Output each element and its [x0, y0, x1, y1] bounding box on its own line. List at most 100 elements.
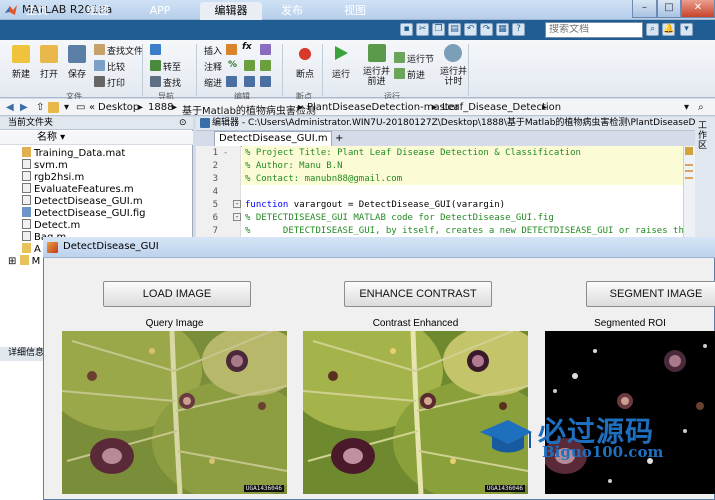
goto-button[interactable]: 转至 — [163, 60, 181, 73]
editor-file-tab[interactable]: DetectDisease_GUI.m × — [214, 131, 332, 158]
tab-apps[interactable]: APP — [134, 2, 186, 20]
back-icon[interactable]: ◀ — [6, 102, 14, 113]
breadcrumb-overflow[interactable]: « — [89, 102, 95, 113]
image-stamp: UGA1436046 — [243, 485, 284, 492]
compare-icon[interactable] — [94, 60, 105, 71]
new-icon[interactable] — [12, 45, 30, 63]
save-icon[interactable] — [68, 45, 86, 63]
fx-icon[interactable]: fx — [242, 42, 252, 52]
up-folder-icon[interactable]: ⇧ — [36, 102, 44, 113]
editor-scrollbar[interactable] — [683, 146, 695, 242]
undo-icon[interactable]: ↶ — [464, 23, 477, 36]
maximize-button[interactable]: □ — [657, 0, 681, 18]
compare-button[interactable]: 比较 — [107, 60, 125, 73]
find-icon[interactable] — [150, 76, 161, 87]
workspace-tab[interactable]: 工作区 — [698, 121, 712, 151]
code-analyzer-icon[interactable] — [685, 147, 693, 155]
new-button[interactable]: 新建 — [12, 67, 30, 80]
file-item[interactable]: rgb2hsi.m — [22, 171, 84, 183]
search-documentation-field[interactable] — [545, 22, 643, 38]
save-button[interactable]: 保存 — [68, 67, 86, 80]
tab-publish[interactable]: 发布 — [268, 2, 316, 20]
print-button[interactable]: 打印 — [107, 76, 125, 89]
file-item[interactable]: EvaluateFeatures.m — [22, 183, 134, 195]
file-item[interactable]: DetectDisease_GUI.m — [22, 195, 143, 207]
add-tab-icon[interactable]: + — [335, 133, 343, 144]
breadcrumb-desktop[interactable]: Desktop — [98, 102, 139, 113]
run-section-icon[interactable] — [394, 52, 405, 63]
insert-button[interactable]: 插入 — [204, 44, 222, 57]
tab-plots[interactable]: 绘图 — [74, 2, 122, 20]
comment-button[interactable]: 注释 — [204, 60, 222, 73]
run-icon[interactable] — [332, 44, 350, 62]
segment-image-button[interactable]: SEGMENT IMAGE — [586, 281, 715, 307]
enhance-contrast-button[interactable]: ENHANCE CONTRAST — [344, 281, 492, 307]
fold-icon[interactable]: - — [233, 213, 241, 222]
find-files-button[interactable]: 查找文件 — [107, 44, 143, 57]
breadcrumb-1888[interactable]: 1888 — [148, 102, 173, 113]
comment-percent-icon[interactable]: % — [228, 60, 237, 70]
search-input[interactable] — [549, 24, 629, 35]
run-and-time-button[interactable]: 运行并 计时 — [440, 67, 467, 87]
run-advance-icon[interactable] — [368, 44, 386, 62]
folder-item[interactable]: ⊞ M — [8, 255, 40, 267]
load-image-button[interactable]: LOAD IMAGE — [103, 281, 251, 307]
indent-button[interactable]: 缩进 — [204, 76, 222, 89]
path-history-icon[interactable]: ▾ — [684, 102, 689, 113]
switch-windows-icon[interactable]: ▦ — [496, 23, 509, 36]
minimize-button[interactable]: – — [632, 0, 657, 18]
close-button[interactable]: ✕ — [681, 0, 715, 18]
wrap-comment-icon[interactable] — [244, 60, 255, 71]
tab-home[interactable]: 主页 — [14, 2, 60, 20]
run-button[interactable]: 运行 — [332, 67, 350, 80]
breakpoints-button[interactable]: 断点 — [296, 67, 314, 80]
browse-icon[interactable]: ⌕ — [698, 102, 704, 113]
search-icon[interactable]: ⌕ — [646, 23, 659, 36]
folder-item[interactable]: A — [22, 243, 41, 255]
run-and-advance-button[interactable]: 运行并 前进 — [363, 67, 390, 87]
file-name: EvaluateFeatures.m — [34, 184, 134, 195]
keyword-function: function — [245, 200, 289, 210]
print-icon[interactable] — [94, 76, 105, 87]
tab-view[interactable]: 视图 — [332, 2, 378, 20]
redo-icon[interactable]: ↷ — [480, 23, 493, 36]
find-button[interactable]: 查找 — [163, 76, 181, 89]
insert-icon[interactable] — [260, 44, 271, 55]
advance-button[interactable]: 前进 — [407, 68, 425, 81]
goto-arrow-icon[interactable] — [150, 44, 161, 55]
help-icon[interactable]: ? — [512, 23, 525, 36]
open-button[interactable]: 打开 — [40, 67, 58, 80]
breakpoint-icon[interactable] — [296, 45, 314, 63]
file-item[interactable]: Training_Data.mat — [22, 147, 125, 159]
path-dropdown-icon[interactable]: ▾ — [64, 102, 69, 113]
name-column-header[interactable]: 名称 ▾ — [0, 131, 193, 145]
notification-icon[interactable]: 🔔 — [662, 23, 675, 36]
uncomment-icon[interactable] — [260, 60, 271, 71]
copy-icon[interactable]: ❐ — [432, 23, 445, 36]
run-section-button[interactable]: 运行节 — [407, 52, 434, 65]
tab-editor[interactable]: 编辑器 — [200, 2, 262, 20]
open-folder-icon[interactable] — [40, 45, 58, 63]
forward-icon[interactable]: ▶ — [20, 102, 28, 113]
fold-icon[interactable]: - — [233, 200, 241, 209]
save-quick-icon[interactable]: ▪ — [400, 23, 413, 36]
smart-indent-icon[interactable] — [226, 76, 237, 87]
fig-file-icon — [22, 207, 31, 217]
run-and-time-icon[interactable] — [444, 44, 462, 62]
cut-icon[interactable]: ✂ — [416, 23, 429, 36]
file-item[interactable]: DetectDisease_GUI.fig — [22, 207, 146, 219]
indent-icon[interactable] — [244, 76, 255, 87]
paste-icon[interactable]: ▤ — [448, 23, 461, 36]
file-item[interactable]: Detect.m — [22, 219, 80, 231]
goto-icon[interactable] — [150, 60, 161, 71]
panel-menu-icon[interactable]: ⊙ — [179, 118, 187, 128]
insert-section-icon[interactable] — [226, 44, 237, 55]
file-item[interactable]: svm.m — [22, 159, 68, 171]
filter-icon[interactable]: ▾ — [680, 23, 693, 36]
breadcrumb-project[interactable]: 基于Matlab的植物病虫害检测 — [182, 102, 316, 117]
find-files-icon[interactable] — [94, 44, 105, 55]
browse-folder-icon[interactable] — [48, 102, 59, 113]
outdent-icon[interactable] — [260, 76, 271, 87]
advance-icon[interactable] — [394, 68, 405, 79]
gutter-marker: - — [224, 148, 228, 158]
